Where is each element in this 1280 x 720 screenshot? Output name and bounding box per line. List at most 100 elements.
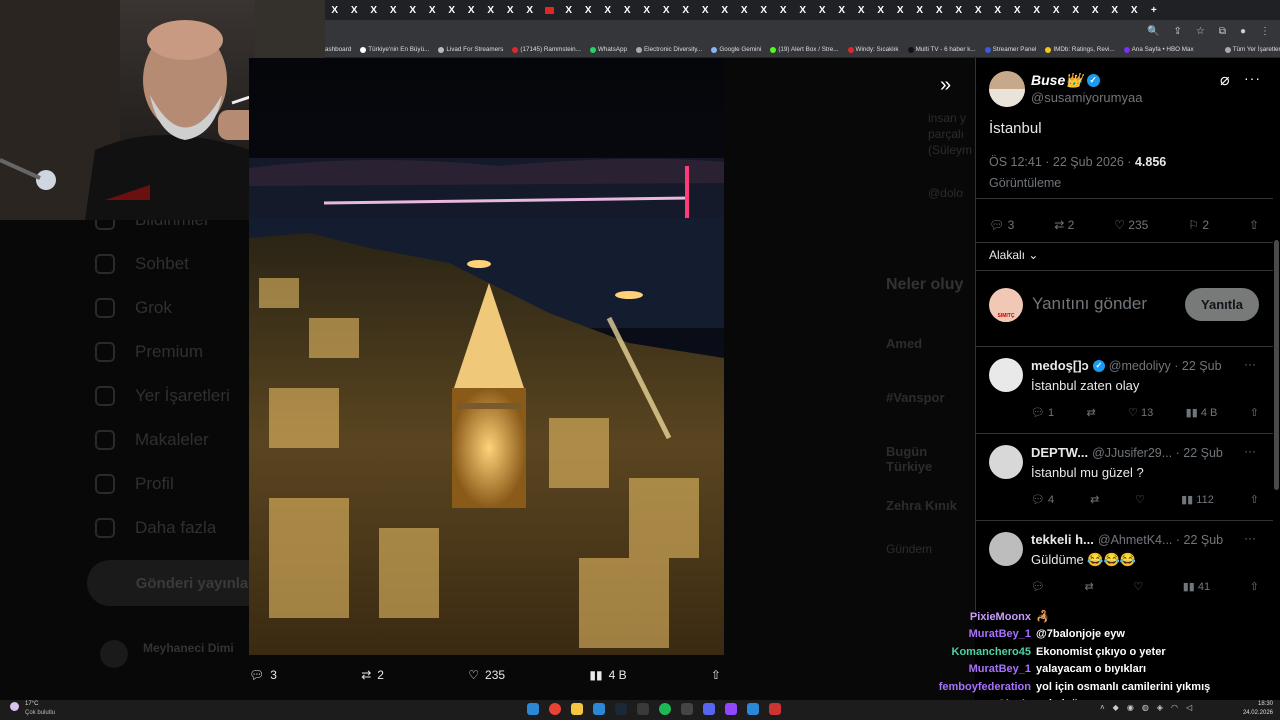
reply-avatar[interactable] bbox=[989, 358, 1023, 392]
browser-tab[interactable]: X bbox=[384, 0, 404, 20]
reply-repost-button[interactable]: ⇄ bbox=[1085, 580, 1094, 593]
browser-tab[interactable]: X bbox=[657, 0, 677, 20]
chat-username[interactable]: MuratBey_1 bbox=[935, 626, 1036, 643]
browser-tab[interactable]: X bbox=[774, 0, 794, 20]
edge-icon[interactable] bbox=[593, 703, 605, 715]
reply-share-button[interactable]: ⇧ bbox=[1250, 406, 1259, 419]
browser-tab[interactable]: X bbox=[1086, 0, 1106, 20]
chrome-icon[interactable] bbox=[549, 703, 561, 715]
browser-tab[interactable]: X bbox=[735, 0, 755, 20]
reply-item[interactable]: medoş[]ɔ ✓ @medoliyy · 22 Şub ··· İstanbul z… bbox=[976, 346, 1274, 433]
browser-tab[interactable]: X bbox=[1125, 0, 1145, 20]
panel-scrollbar-thumb[interactable] bbox=[1274, 240, 1279, 490]
reply-author[interactable]: DEPTW... @JJusifer29... · 22 Şub bbox=[1031, 445, 1223, 460]
browser-tab[interactable]: X bbox=[813, 0, 833, 20]
browser-tab[interactable]: X bbox=[969, 0, 989, 20]
bookmark-item[interactable]: Google Gemini bbox=[711, 46, 761, 53]
browser-tab[interactable]: X bbox=[462, 0, 482, 20]
reply-views-button[interactable]: ▮▮ 41 bbox=[1183, 580, 1210, 593]
browser-tab[interactable]: X bbox=[637, 0, 657, 20]
reply-more-icon[interactable]: ··· bbox=[1244, 357, 1256, 371]
weather-temp[interactable]: 17°C bbox=[25, 701, 38, 707]
browser-tab[interactable]: X bbox=[325, 0, 345, 20]
reply-share-button[interactable]: ⇧ bbox=[1250, 493, 1259, 506]
tray-up-icon[interactable]: ˄ bbox=[1100, 703, 1105, 712]
reply-avatar[interactable] bbox=[989, 532, 1023, 566]
bookmark-item[interactable]: Electronic Diversity... bbox=[635, 46, 702, 53]
discord-icon[interactable] bbox=[703, 703, 715, 715]
browser-tab[interactable]: X bbox=[1008, 0, 1028, 20]
reply-more-icon[interactable]: ··· bbox=[1244, 444, 1256, 458]
reply-avatar[interactable] bbox=[989, 445, 1023, 479]
browser-tab[interactable]: X bbox=[793, 0, 813, 20]
reply-item[interactable]: tekkeli h... @AhmetK4... · 22 Şub ··· Güldü… bbox=[976, 520, 1274, 607]
reply-like-button[interactable]: ♡ bbox=[1135, 493, 1145, 506]
reply-reply-button[interactable]: 💬︎ 1 bbox=[1031, 406, 1054, 419]
start-icon[interactable] bbox=[527, 703, 539, 715]
browser-tab[interactable]: X bbox=[364, 0, 384, 20]
bookmark-item[interactable]: Ana Sayfa • HBO Max bbox=[1123, 46, 1194, 53]
tray-app-icon[interactable]: ◉ bbox=[1127, 703, 1134, 712]
steam-icon[interactable] bbox=[615, 703, 627, 715]
browser-tab[interactable]: X bbox=[345, 0, 365, 20]
browser-tab[interactable]: X bbox=[676, 0, 696, 20]
profile-icon[interactable]: ● bbox=[1240, 26, 1246, 37]
browser-tab[interactable]: X bbox=[754, 0, 774, 20]
reply-author[interactable]: medoş[]ɔ ✓ @medoliyy · 22 Şub bbox=[1031, 358, 1222, 373]
tweet-repost-button[interactable]: ⇄ 2 bbox=[1054, 218, 1074, 232]
reply-author[interactable]: tekkeli h... @AhmetK4... · 22 Şub bbox=[1031, 532, 1223, 547]
more-options-icon[interactable]: ··· bbox=[1244, 70, 1261, 86]
browser-tab[interactable]: X bbox=[559, 0, 579, 20]
bookmark-item[interactable]: Streamer Panel bbox=[984, 46, 1036, 53]
browser-tab[interactable]: X bbox=[696, 0, 716, 20]
share-icon[interactable]: ⇪ bbox=[1173, 26, 1181, 37]
volume-icon[interactable]: ◁ bbox=[1186, 703, 1192, 712]
app-icon[interactable] bbox=[681, 703, 693, 715]
sort-dropdown[interactable]: Alakalı ⌄ bbox=[989, 248, 1038, 262]
browser-tab[interactable]: X bbox=[1066, 0, 1086, 20]
author-handle[interactable]: @susamiyorumyaa bbox=[1031, 90, 1142, 105]
browser-tab[interactable]: X bbox=[423, 0, 443, 20]
chat-username[interactable]: PixieMoonx bbox=[935, 609, 1036, 626]
browser-tab[interactable]: X bbox=[988, 0, 1008, 20]
bookmark-item[interactable]: Livad For Streamers bbox=[438, 46, 503, 53]
folder-icon[interactable] bbox=[571, 703, 583, 715]
spotify-icon[interactable] bbox=[659, 703, 671, 715]
reply-like-button[interactable]: ♡ bbox=[1133, 580, 1143, 593]
browser-tab[interactable]: X bbox=[520, 0, 540, 20]
reply-views-button[interactable]: ▮▮ 4 B bbox=[1186, 406, 1218, 419]
reply-repost-button[interactable]: ⇄ bbox=[1087, 406, 1096, 419]
reply-reply-button[interactable]: 💬︎ 4 bbox=[1031, 493, 1054, 506]
browser-tab[interactable]: X bbox=[598, 0, 618, 20]
tweet-bookmark-button[interactable]: ⚐ 2 bbox=[1188, 218, 1209, 232]
bookmark-item[interactable]: ashboard bbox=[325, 46, 351, 53]
photo-share-button[interactable]: ⇧ bbox=[711, 668, 721, 682]
author-avatar[interactable] bbox=[989, 71, 1025, 107]
photo-reply-button[interactable]: 💬︎ 3 bbox=[249, 668, 277, 682]
extensions-icon[interactable]: ⧉ bbox=[1219, 26, 1226, 37]
reply-repost-button[interactable]: ⇄ bbox=[1090, 493, 1099, 506]
browser-tab[interactable]: X bbox=[579, 0, 599, 20]
twitch-icon[interactable] bbox=[725, 703, 737, 715]
browser-tab[interactable]: X bbox=[871, 0, 891, 20]
bookmark-item[interactable]: (17145) Rammstein... bbox=[512, 46, 581, 53]
chat-username[interactable]: MuratBey_1 bbox=[935, 661, 1036, 678]
browser-tab[interactable]: X bbox=[501, 0, 521, 20]
reply-like-button[interactable]: ♡ 13 bbox=[1128, 406, 1153, 419]
reply-reply-button[interactable]: 💬︎ bbox=[1031, 580, 1045, 593]
browser-tab[interactable]: X bbox=[930, 0, 950, 20]
photo-views-button[interactable]: ▮▮ 4 B bbox=[589, 668, 626, 682]
app-icon[interactable] bbox=[747, 703, 759, 715]
browser-tab[interactable] bbox=[540, 0, 560, 20]
browser-tab[interactable]: X bbox=[1047, 0, 1067, 20]
browser-tab[interactable]: X bbox=[852, 0, 872, 20]
browser-tab[interactable]: X bbox=[910, 0, 930, 20]
bookmark-item[interactable]: (19) Alert Box / Stre... bbox=[770, 46, 839, 53]
new-tab-button[interactable]: + bbox=[1144, 0, 1164, 20]
browser-tab[interactable]: X bbox=[1105, 0, 1125, 20]
browser-tab[interactable]: X bbox=[891, 0, 911, 20]
chat-username[interactable]: Komanchero45 bbox=[935, 644, 1036, 661]
reply-submit-button[interactable]: Yanıtla bbox=[1185, 288, 1259, 321]
menu-icon[interactable]: ⋮ bbox=[1260, 26, 1270, 37]
bookmark-item[interactable]: IMDb: Ratings, Revi... bbox=[1045, 46, 1115, 53]
